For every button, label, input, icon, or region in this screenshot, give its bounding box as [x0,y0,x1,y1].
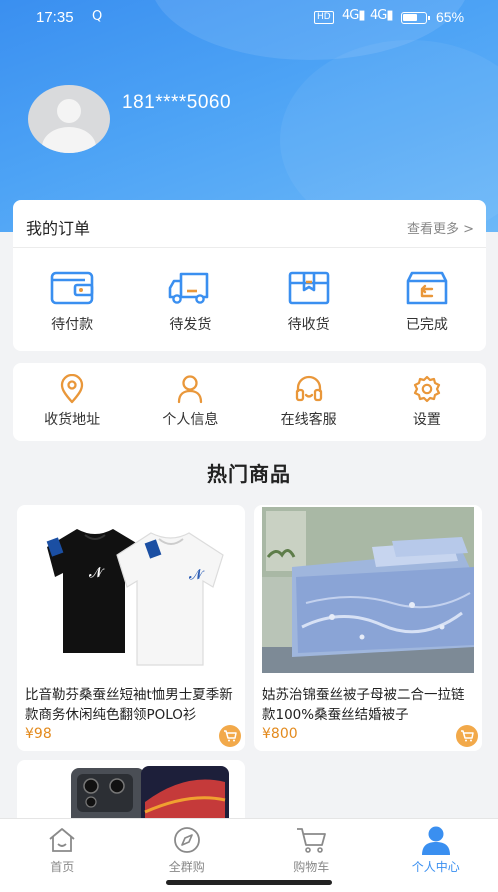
order-pending-receipt[interactable]: 待收货 [250,268,368,334]
service-settings[interactable]: 设置 [368,374,486,429]
tab-label: 购物车 [293,860,330,874]
hot-products-title: 热门商品 [207,462,291,486]
order-label: 待付款 [51,317,94,333]
product-image [262,507,474,673]
add-to-cart-button[interactable] [456,725,478,747]
service-personal-info[interactable]: 个人信息 [131,374,249,429]
headset-icon [286,374,332,404]
view-more-link[interactable]: 查看更多 > [407,218,474,237]
order-label: 待收货 [287,317,330,333]
status-loop-icon: Q [92,9,103,24]
status-time: 17:35 [36,9,74,26]
profile-icon [419,825,453,855]
signal-label: 4G [370,8,387,23]
completed-box-icon [404,268,450,308]
order-label: 已完成 [405,317,448,333]
services-card: 收货地址 个人信息 在线客服 设置 [13,363,486,441]
product-name: 姑苏治锦蚕丝被子母被二合一拉链款100%桑蚕丝结婚被子 [262,687,465,723]
user-phone: 181****5060 [122,92,232,113]
tab-label: 首页 [50,860,75,874]
tab-profile[interactable]: 个人中心 [374,819,498,892]
product-price: ¥98 [25,726,52,742]
location-pin-icon [49,374,95,404]
user-icon [167,374,213,404]
product-card[interactable]: 姑苏治锦蚕丝被子母被二合一拉链款100%桑蚕丝结婚被子 ¥800 [254,505,482,751]
product-card[interactable]: 𝓝 𝓝 比音勒芬桑蚕丝短袖t恤男士夏季新款商务休闲纯色翻领POLO衫 ¥98 [17,505,245,751]
signal-icon: 4G▮ [370,8,393,23]
settings-icon [404,374,450,404]
service-label: 设置 [412,412,441,428]
product-name: 比音勒芬桑蚕丝短袖t恤男士夏季新款商务休闲纯色翻领POLO衫 [25,687,233,723]
home-icon [45,825,79,855]
service-label: 收货地址 [44,412,101,428]
tab-home[interactable]: 首页 [0,819,125,892]
my-orders-card: 我的订单 查看更多 > 待付款 待发货 待收货 已完成 [13,200,486,351]
avatar[interactable] [28,85,110,153]
add-to-cart-button[interactable] [219,725,241,747]
battery-percent: 65% [436,9,465,25]
orders-title: 我的订单 [26,219,91,238]
tab-label: 个人中心 [411,860,460,874]
signal-label: 4G [342,8,359,23]
cart-icon [294,825,328,855]
order-pending-payment[interactable]: 待付款 [13,268,131,334]
battery-icon [401,12,430,24]
tab-label: 全群购 [168,860,205,874]
order-pending-shipment[interactable]: 待发货 [131,268,249,334]
service-label: 在线客服 [280,412,337,428]
wallet-icon [49,268,95,308]
compass-icon [170,825,204,855]
battery-level [403,14,417,21]
default-avatar-icon [57,99,81,123]
orders-header: 我的订单 查看更多 > [13,200,486,248]
service-label: 个人信息 [162,412,219,428]
product-image: 𝓝 𝓝 [25,507,237,673]
order-status-grid: 待付款 待发货 待收货 已完成 [13,268,486,334]
home-indicator [166,880,332,885]
order-completed[interactable]: 已完成 [368,268,486,334]
profile-header: 17:35 Q HD 4G▮ 4G▮ 65% 181****5060 [0,0,498,232]
product-price: ¥800 [262,726,298,742]
service-address[interactable]: 收货地址 [13,374,131,429]
package-icon [286,268,332,308]
cart-icon [461,730,474,742]
services-grid: 收货地址 个人信息 在线客服 设置 [13,374,486,429]
truck-icon [167,268,213,308]
service-customer-support[interactable]: 在线客服 [250,374,368,429]
order-label: 待发货 [169,317,212,333]
status-bar: 17:35 Q HD 4G▮ 4G▮ 65% [0,0,498,36]
signal-icon: 4G▮ [342,8,365,23]
cart-icon [224,730,237,742]
default-avatar-icon [42,127,96,153]
hd-icon: HD [314,11,334,24]
